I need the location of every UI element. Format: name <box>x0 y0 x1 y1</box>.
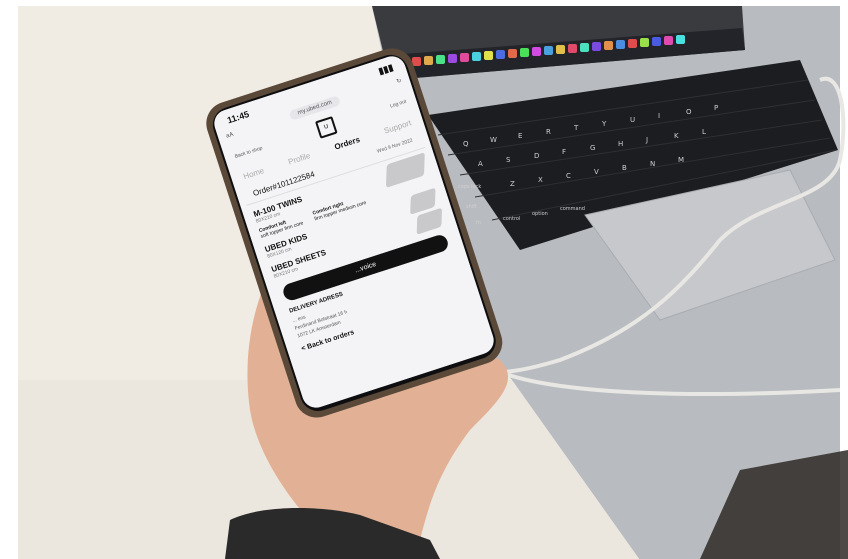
key-label: B <box>622 164 627 172</box>
sheets-thumbnail <box>416 207 443 235</box>
key-label: X <box>538 176 543 184</box>
text-size-icon[interactable]: aA <box>225 132 234 140</box>
key-label: L <box>702 128 706 136</box>
key-label: U <box>630 116 635 124</box>
key-label: H <box>618 140 623 148</box>
key-label: fn <box>476 220 481 226</box>
key-label: shift <box>466 204 477 210</box>
logout-link[interactable]: Log out <box>389 99 407 110</box>
key-label: option <box>532 211 548 217</box>
key-label: D <box>534 152 539 160</box>
battery-icon: ▮▮▮ <box>377 62 395 77</box>
key-label: caps lock <box>458 184 481 190</box>
key-label: V <box>594 168 599 176</box>
key-label: M <box>678 156 684 164</box>
key-label: T <box>573 124 579 132</box>
key-label: Z <box>510 180 515 188</box>
key-label: K <box>674 132 679 140</box>
key-label: S <box>506 156 511 164</box>
key-label: W <box>490 136 497 144</box>
reload-icon[interactable]: ↻ <box>395 77 403 85</box>
key-label: G <box>590 144 595 152</box>
key-label: P <box>714 104 718 112</box>
key-label: I <box>658 112 660 120</box>
key-label: J <box>645 136 648 144</box>
key-label: A <box>478 160 483 168</box>
key-label: command <box>560 206 585 212</box>
key-label: Q <box>463 140 469 148</box>
key-label: E <box>518 132 522 140</box>
key-label: control <box>503 216 520 222</box>
key-label: C <box>566 172 571 180</box>
photo: Q W E R T Y U I O P A S D F G H J K L Z … <box>0 0 848 559</box>
key-label: N <box>650 160 655 168</box>
key-label: O <box>686 108 692 116</box>
key-label: F <box>562 148 566 156</box>
key-label: R <box>546 128 551 136</box>
key-label: Y <box>601 120 607 128</box>
